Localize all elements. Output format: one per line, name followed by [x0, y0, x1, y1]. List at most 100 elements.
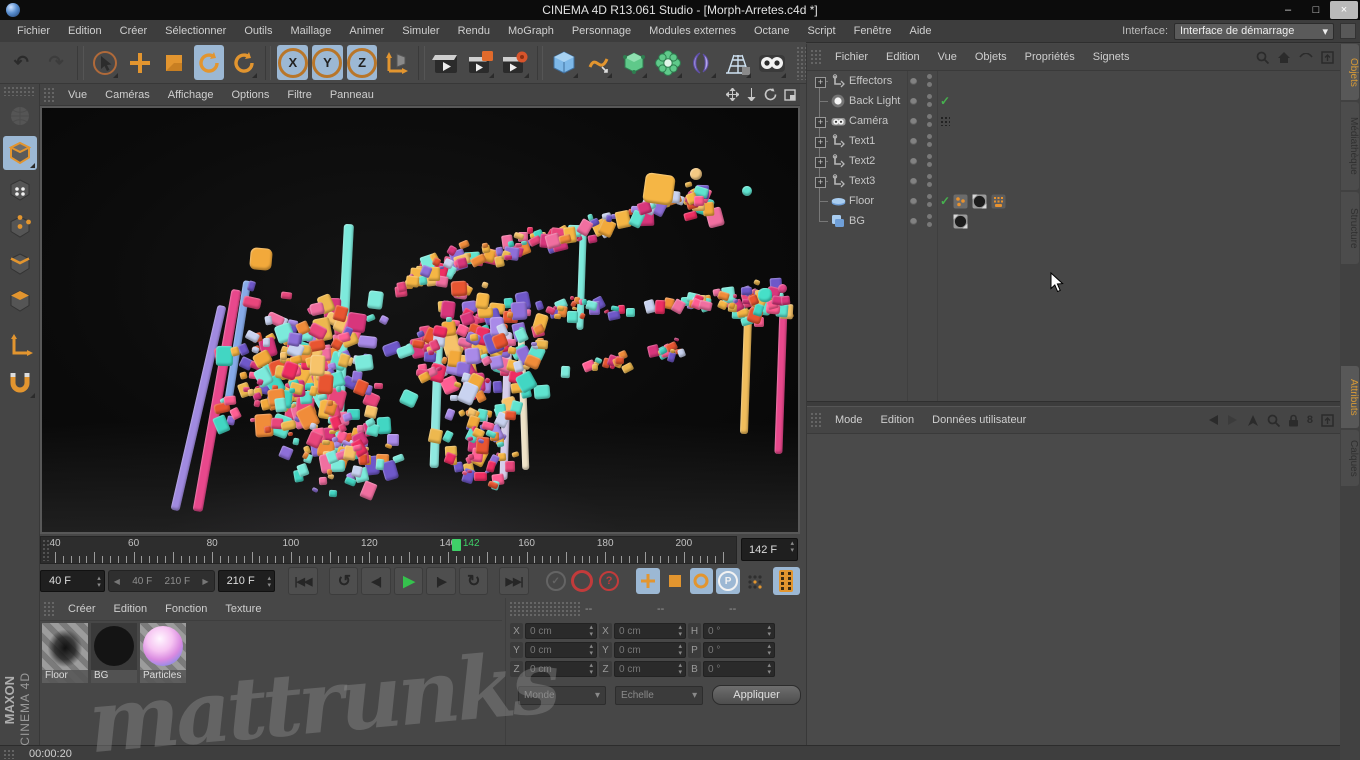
goto-end-button[interactable]: ▶▶|: [499, 567, 528, 595]
axis-mode-button[interactable]: [3, 329, 37, 363]
add-spline-button[interactable]: [584, 45, 615, 80]
menu-item[interactable]: Créer: [111, 22, 157, 40]
object-row-floor[interactable]: Floor✓: [807, 191, 1340, 211]
position-input[interactable]: 0 cm▴▾: [525, 642, 597, 658]
visibility-dots-icon[interactable]: [927, 74, 932, 90]
object-manager-menu-item[interactable]: Vue: [929, 48, 966, 66]
panel-tab-objets[interactable]: Objets: [1341, 44, 1359, 100]
lock-icon[interactable]: [1288, 414, 1299, 427]
keyframe-help-button[interactable]: ?: [597, 568, 621, 594]
panel-tab-structure[interactable]: Structure: [1341, 192, 1359, 264]
enabled-check-icon[interactable]: ✓: [940, 194, 950, 208]
material-menu-item[interactable]: Texture: [216, 600, 270, 618]
panel-menu-icon[interactable]: [1321, 51, 1334, 64]
apply-button[interactable]: Appliquer: [712, 685, 801, 705]
material-menu-item[interactable]: Créer: [59, 600, 105, 618]
polygon-mode-button[interactable]: [3, 284, 37, 318]
make-editable-button[interactable]: [3, 99, 37, 133]
texture-mode-button[interactable]: [3, 173, 37, 207]
menu-item[interactable]: Maillage: [281, 22, 340, 40]
particles-tag-icon[interactable]: [953, 194, 968, 209]
rotation-input[interactable]: 0 °▴▾: [703, 642, 775, 658]
search-icon[interactable]: [1267, 414, 1280, 427]
expand-icon[interactable]: +: [815, 77, 826, 88]
object-row-bg[interactable]: BG: [807, 211, 1340, 231]
viewport-menu-item[interactable]: Caméras: [96, 86, 159, 104]
render-to-picture-viewer-button[interactable]: [465, 45, 496, 80]
menu-item[interactable]: MoGraph: [499, 22, 563, 40]
play-button[interactable]: ▶: [394, 567, 423, 595]
visibility-dots-icon[interactable]: [927, 194, 932, 210]
play-backwards-button[interactable]: ↺: [329, 567, 358, 595]
home-icon[interactable]: [1277, 51, 1291, 64]
scale-input[interactable]: 0 cm▴▾: [614, 661, 686, 677]
menu-item[interactable]: Personnage: [563, 22, 640, 40]
material-thumb-floor[interactable]: Floor: [42, 623, 88, 683]
material-menu-item[interactable]: Edition: [105, 600, 157, 618]
coordinate-space-select[interactable]: Monde▾: [518, 686, 606, 705]
expand-icon[interactable]: +: [815, 177, 826, 188]
menu-item[interactable]: Fichier: [8, 22, 59, 40]
add-primitive-button[interactable]: [549, 45, 580, 80]
menu-item[interactable]: Script: [798, 22, 844, 40]
add-floor-button[interactable]: [722, 45, 753, 80]
add-deformer-button[interactable]: [653, 45, 684, 80]
point-mode-button[interactable]: [3, 210, 37, 244]
layer-dot-icon[interactable]: [910, 198, 917, 205]
viewport-menu-item[interactable]: Filtre: [278, 86, 320, 104]
pan-view-icon[interactable]: [726, 88, 739, 101]
add-camera-button[interactable]: [757, 45, 788, 80]
visibility-dots-icon[interactable]: [927, 134, 932, 150]
active-camera-icon[interactable]: [940, 116, 950, 126]
scale-input[interactable]: 0 cm▴▾: [614, 623, 686, 639]
last-tool-button[interactable]: [228, 45, 259, 80]
layer-dot-icon[interactable]: [910, 118, 917, 125]
add-environment-button[interactable]: [688, 45, 719, 80]
range-end-field[interactable]: 210 F ▴▾: [218, 570, 275, 592]
interface-select[interactable]: Interface de démarrage ▾: [1174, 23, 1334, 40]
object-row-text2[interactable]: +Text2: [807, 151, 1340, 171]
material-drag-handle[interactable]: [43, 601, 55, 617]
history-back-icon[interactable]: [1207, 414, 1219, 426]
live-selection-button[interactable]: [90, 45, 121, 80]
menu-item[interactable]: Fenêtre: [845, 22, 901, 40]
viewport-drag-handle[interactable]: [43, 87, 55, 103]
layer-dot-icon[interactable]: [910, 178, 917, 185]
snap-magnet-button[interactable]: [3, 366, 37, 400]
layer-dot-icon[interactable]: [910, 218, 917, 225]
history-forward-icon[interactable]: [1227, 414, 1239, 426]
viewport-menu-item[interactable]: Options: [222, 86, 278, 104]
dolly-view-icon[interactable]: [746, 88, 757, 101]
object-manager-drag-handle[interactable]: [810, 49, 822, 65]
material-thumb-particles[interactable]: Particles: [140, 623, 186, 683]
playhead[interactable]: [452, 539, 461, 551]
eye-icon[interactable]: [1299, 53, 1313, 61]
visibility-dots-icon[interactable]: [927, 94, 932, 110]
coordinates-drag-handle[interactable]: [509, 601, 581, 617]
close-button[interactable]: ×: [1330, 1, 1358, 19]
maximize-view-icon[interactable]: [784, 89, 796, 101]
render-view-button[interactable]: [431, 45, 462, 80]
key-rotation-toggle[interactable]: [690, 568, 714, 594]
model-mode-button[interactable]: [3, 136, 37, 170]
current-frame-field[interactable]: 142 F ▴▾: [741, 538, 798, 561]
menu-item[interactable]: Simuler: [393, 22, 448, 40]
layer-dot-icon[interactable]: [910, 158, 917, 165]
texture-tag-icon[interactable]: [972, 194, 987, 209]
object-row-back-light[interactable]: Back Light✓: [807, 91, 1340, 111]
attribute-manager-menu-item[interactable]: Données utilisateur: [923, 411, 1035, 429]
viewport-menu-item[interactable]: Vue: [59, 86, 96, 104]
key-position-toggle[interactable]: [636, 568, 660, 594]
preview-range-slider[interactable]: ◀ 40 F 210 F ▶: [108, 570, 215, 592]
undo-button[interactable]: ↶: [6, 45, 37, 80]
menu-item[interactable]: Outils: [235, 22, 281, 40]
redo-button[interactable]: ↷: [41, 45, 72, 80]
attribute-manager-drag-handle[interactable]: [810, 412, 822, 428]
timeline-panel-button[interactable]: [773, 567, 800, 595]
enabled-check-icon[interactable]: ✓: [940, 94, 950, 108]
history-icon[interactable]: 8: [1307, 414, 1313, 426]
object-row-text1[interactable]: +Text1: [807, 131, 1340, 151]
menu-item[interactable]: Aide: [901, 22, 941, 40]
timeline-ruler[interactable]: 406080100120140160180200142: [40, 536, 737, 564]
viewport-menu-item[interactable]: Affichage: [159, 86, 223, 104]
